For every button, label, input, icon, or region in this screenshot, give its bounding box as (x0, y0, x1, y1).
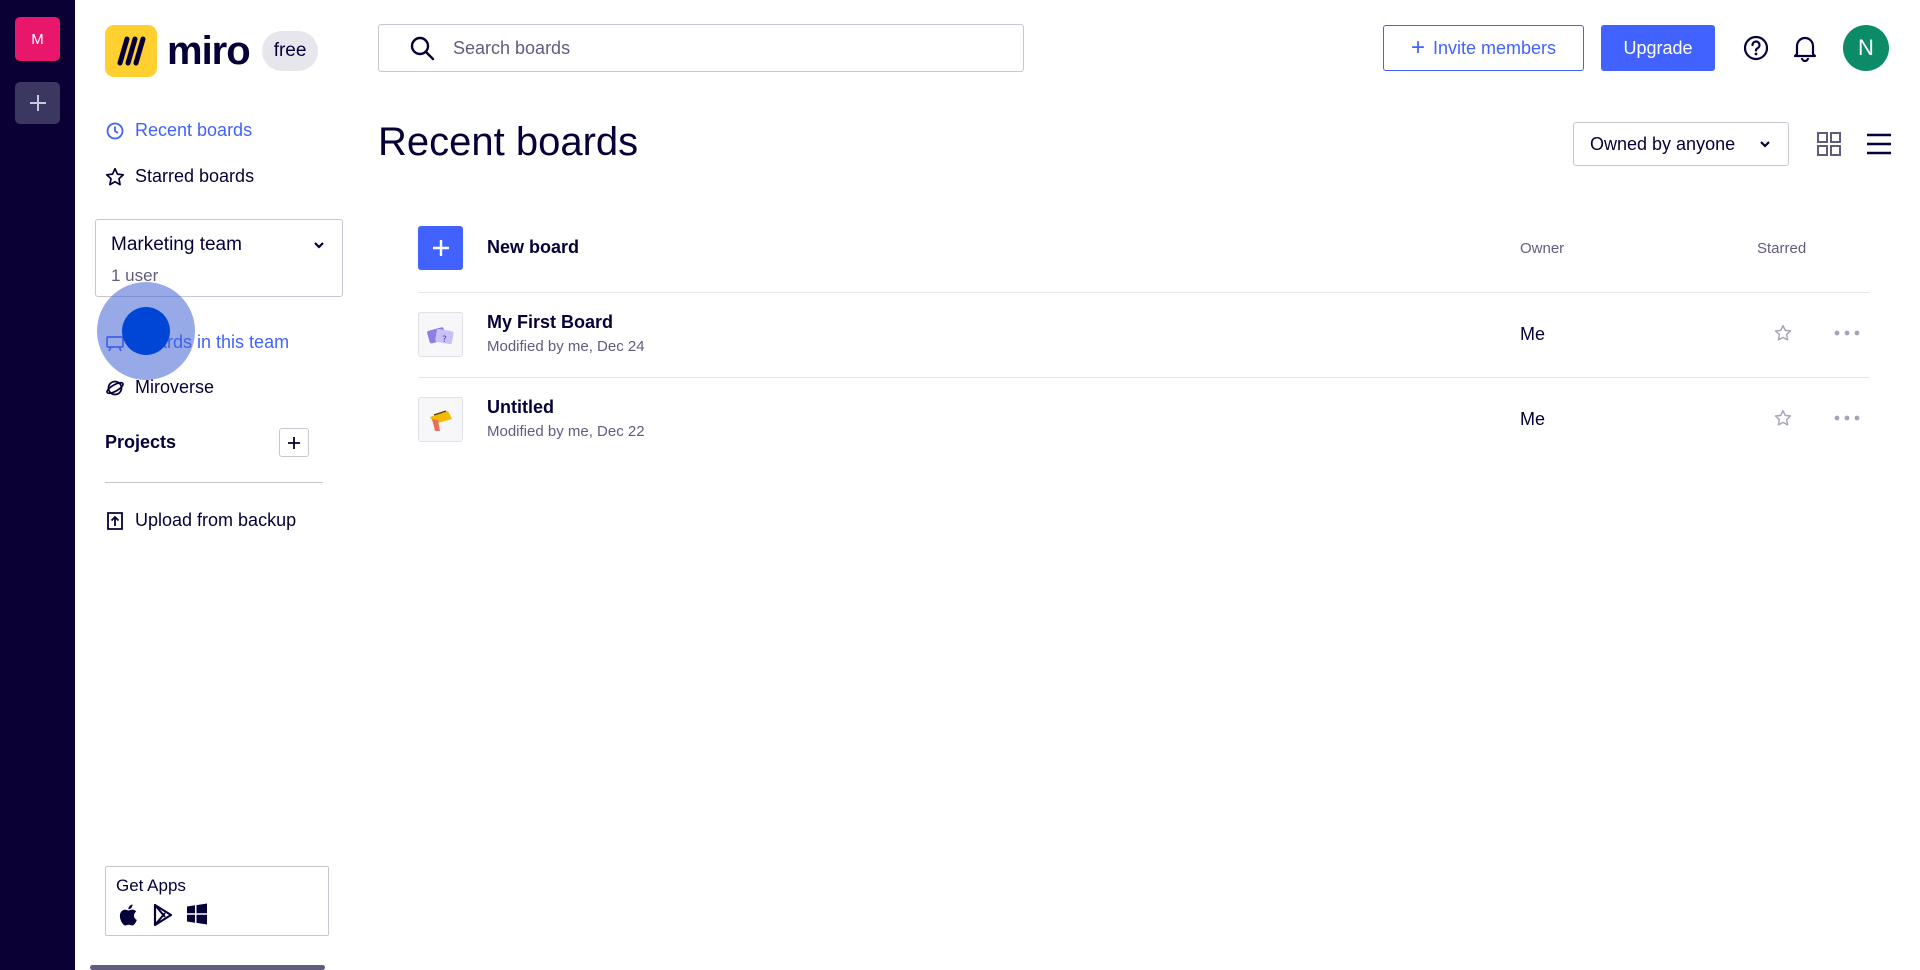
plan-badge: free (261, 31, 319, 71)
plus-icon (288, 436, 300, 449)
upload-icon (105, 511, 125, 531)
more-options-icon[interactable] (1834, 415, 1860, 421)
team-initial: M (31, 30, 44, 48)
column-header-starred: Starred (1757, 240, 1807, 257)
upgrade-label: Upgrade (1623, 37, 1693, 58)
board-owner: Me (1520, 409, 1546, 429)
get-apps-panel: Get Apps (105, 866, 329, 936)
plus-icon (432, 240, 449, 256)
sidebar-divider (105, 482, 323, 483)
logo-wordmark: miro (167, 29, 251, 73)
upgrade-button[interactable]: Upgrade (1601, 25, 1715, 71)
miro-logo[interactable]: miro free (105, 25, 319, 77)
nav-miroverse[interactable]: Miroverse (105, 377, 214, 398)
add-project-button[interactable] (279, 428, 309, 457)
clock-icon (105, 121, 125, 141)
board-owner: Me (1520, 324, 1546, 344)
nav-label: Miroverse (135, 377, 215, 397)
plus-icon (29, 95, 46, 111)
chevron-down-icon (314, 242, 324, 249)
nav-starred-boards[interactable]: Starred boards (105, 166, 254, 187)
search-icon (409, 35, 435, 61)
team-rail: M (0, 0, 75, 970)
board-thumbnail: ? (418, 312, 463, 357)
notifications-bell-icon[interactable] (1793, 34, 1817, 67)
add-team-button[interactable] (15, 82, 60, 124)
team-name: Marketing team (111, 234, 242, 255)
nav-label: Starred boards (135, 166, 255, 186)
plus-icon: + (1410, 34, 1425, 61)
upload-from-backup-link[interactable]: Upload from backup (105, 510, 296, 531)
miroverse-icon (105, 378, 125, 398)
get-apps-title: Get Apps (116, 876, 186, 895)
more-options-icon[interactable] (1834, 330, 1860, 336)
search-bar[interactable] (378, 24, 1024, 72)
board-modified: Modified by me, Dec 22 (487, 423, 645, 440)
new-board-button[interactable] (418, 226, 463, 270)
search-input[interactable] (453, 37, 993, 59)
board-row[interactable]: Untitled Modified by me, Dec 22 Me (418, 377, 1870, 462)
help-icon[interactable] (1743, 35, 1769, 66)
team-switcher-button[interactable]: M (15, 17, 60, 61)
board-name: My First Board (487, 312, 614, 332)
page-title: Recent boards (378, 120, 639, 164)
star-icon[interactable] (1774, 409, 1792, 427)
star-icon[interactable] (1774, 324, 1792, 342)
owner-filter-value: Owned by anyone (1590, 133, 1736, 154)
svg-text:?: ? (442, 335, 447, 345)
list-view-icon[interactable] (1866, 132, 1892, 161)
miro-logo-icon (105, 25, 157, 77)
board-row[interactable]: ? My First Board Modified by me, Dec 24 … (418, 292, 1870, 377)
board-modified: Modified by me, Dec 24 (487, 338, 645, 355)
grid-view-icon[interactable] (1816, 131, 1842, 162)
click-indicator-dot (122, 307, 170, 355)
board-thumbnail (418, 397, 463, 442)
sidebar: miro free Recent boards Starred boards M… (75, 0, 350, 970)
sidebar-scrollbar[interactable] (90, 965, 325, 970)
windows-icon[interactable] (186, 903, 208, 925)
board-name: Untitled (487, 397, 554, 417)
google-play-icon[interactable] (152, 903, 174, 927)
projects-heading: Projects (105, 432, 177, 452)
avatar-initial: N (1858, 35, 1874, 60)
nav-label: Upload from backup (135, 510, 297, 530)
apple-icon[interactable] (118, 903, 140, 927)
nav-label: Recent boards (135, 120, 253, 140)
owner-filter-dropdown[interactable]: Owned by anyone (1573, 122, 1789, 166)
star-icon (105, 167, 125, 187)
nav-recent-boards[interactable]: Recent boards (105, 120, 252, 141)
invite-members-label: Invite members (1432, 37, 1557, 58)
user-avatar[interactable]: N (1843, 25, 1889, 71)
chevron-down-icon (1760, 141, 1770, 148)
new-board-label[interactable]: New board (487, 237, 579, 258)
column-header-owner: Owner (1520, 240, 1565, 257)
invite-members-button[interactable]: + Invite members (1383, 25, 1584, 71)
